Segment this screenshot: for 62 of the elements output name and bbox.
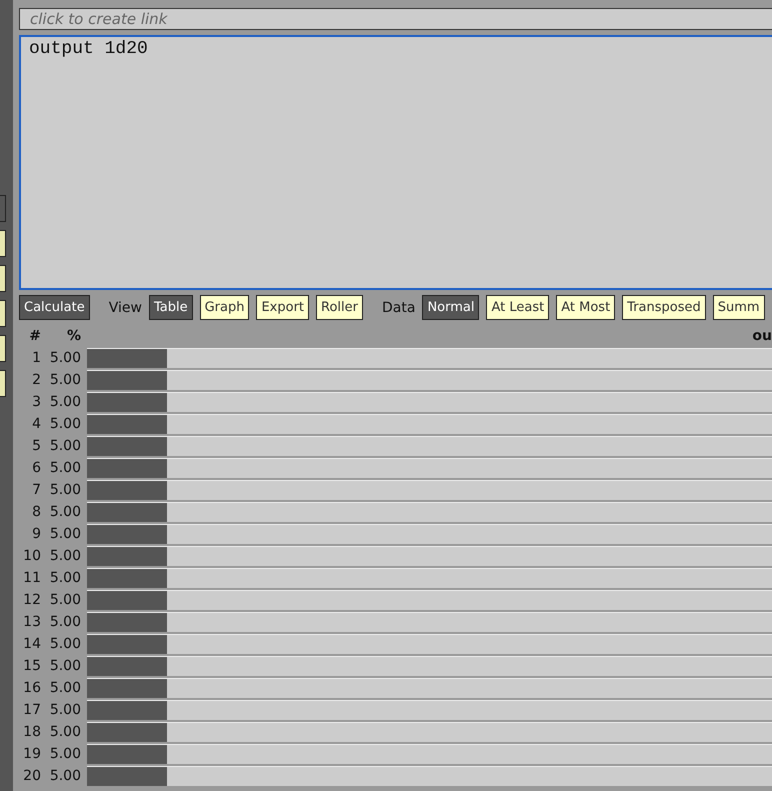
table-cell-text: 5.00: [48, 504, 81, 520]
code-editor[interactable]: output 1d20: [19, 35, 772, 290]
toggle-button[interactable]: Export: [256, 295, 310, 320]
table-cell-text: 10: [22, 548, 41, 564]
table-cell-text: 20: [22, 768, 41, 784]
toggle-button[interactable]: Roller: [316, 295, 363, 320]
table-cell-text: 7: [31, 482, 41, 498]
table-cell-text: 5.00: [48, 416, 81, 432]
sidebar-button[interactable]: [0, 300, 6, 327]
table-cell-text: 14: [22, 636, 41, 652]
table-cell-text: 5.00: [48, 658, 81, 674]
table-cell-text: 17: [22, 702, 41, 718]
table-cell-text: 5.00: [48, 438, 81, 454]
table-cell-text: 5.00: [48, 548, 81, 564]
table-cell-text: 5.00: [48, 460, 81, 476]
column-header: %: [66, 328, 81, 344]
table-cell-text: 5.00: [48, 394, 81, 410]
toggle-button[interactable]: Table: [148, 295, 193, 320]
table-cell-text: 16: [22, 680, 41, 696]
table-cell-text: 11: [22, 570, 41, 586]
table-cell-text: 5.00: [48, 372, 81, 388]
table-cell-text: 4: [31, 416, 41, 432]
table-cell-text: 5.00: [48, 570, 81, 586]
table-cell-text: 2: [31, 372, 41, 388]
table-cell-text: 5.00: [48, 680, 81, 696]
table-cell-text: 5.00: [48, 614, 81, 630]
table-cell-text: 9: [31, 526, 41, 542]
table-cell-text: 5: [31, 438, 41, 454]
table-cell-text: 5.00: [48, 768, 81, 784]
table-cell-text: 5.00: [48, 724, 81, 740]
sidebar-button[interactable]: [0, 230, 6, 257]
toggle-button[interactable]: At Least: [486, 295, 550, 320]
column-header: ou: [752, 328, 772, 344]
toggle-button[interactable]: Graph: [200, 295, 250, 320]
table-cell-text: 15: [22, 658, 41, 674]
table-cell-text: 5.00: [48, 702, 81, 718]
table-cell-text: 5.00: [48, 350, 81, 366]
table-cell-text: 18: [22, 724, 41, 740]
table-cell-text: 5.00: [48, 636, 81, 652]
column-header: #: [28, 328, 41, 344]
calculate-button[interactable]: Calculate: [19, 295, 90, 320]
table-cell-text: 5.00: [48, 592, 81, 608]
toggle-button[interactable]: Summ: [712, 295, 765, 320]
link-field[interactable]: click to create link: [19, 8, 772, 30]
sidebar-button[interactable]: [0, 370, 6, 397]
toolbar-label: Data: [382, 300, 416, 316]
table-cell-text: 19: [22, 746, 41, 762]
sidebar-button[interactable]: [0, 335, 6, 362]
table-cell-text: 13: [22, 614, 41, 630]
toggle-button[interactable]: At Most: [556, 295, 616, 320]
toggle-button[interactable]: Transposed: [622, 295, 706, 320]
toolbar-label: View: [108, 300, 142, 316]
sidebar-button[interactable]: [0, 265, 6, 292]
table-cell-text: 5.00: [48, 526, 81, 542]
table-cell-text: 8: [31, 504, 41, 520]
toggle-button[interactable]: Normal: [422, 295, 480, 320]
table-cell-text: 5.00: [48, 482, 81, 498]
table-cell-text: 3: [31, 394, 41, 410]
table-cell-text: 6: [31, 460, 41, 476]
table-cell-text: 5.00: [48, 746, 81, 762]
table-cell-text: 12: [22, 592, 41, 608]
table-cell-text: 1: [31, 350, 41, 366]
